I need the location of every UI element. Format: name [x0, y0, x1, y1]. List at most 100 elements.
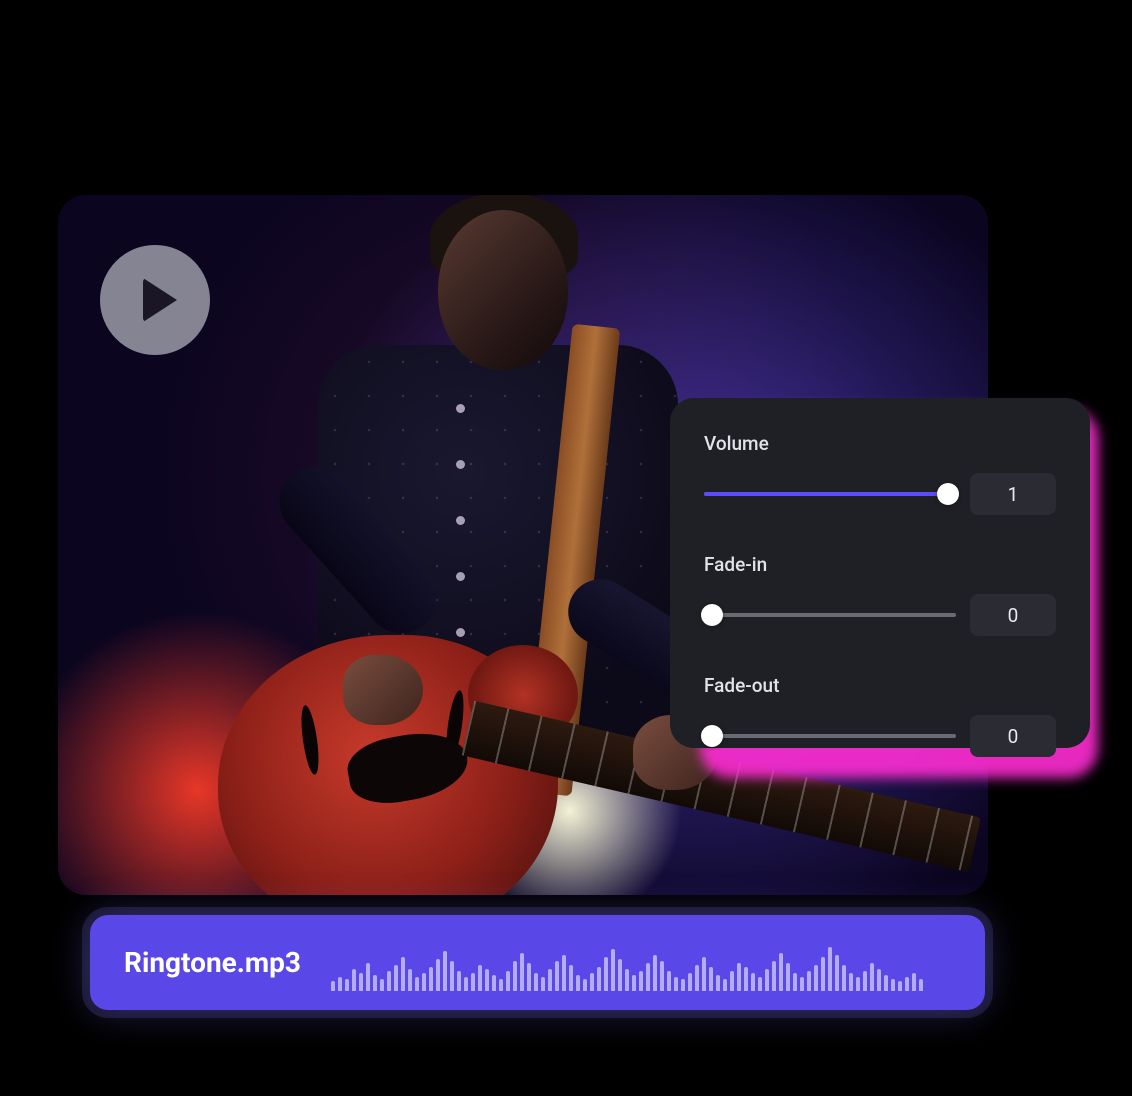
volume-control: Volume 1: [704, 432, 1056, 515]
audio-waveform: [331, 935, 951, 991]
waveform-bar: [779, 953, 783, 991]
waveform-bar: [408, 969, 412, 991]
audio-controls-panel: Volume 1 Fade-in 0 Fade-out 0: [670, 398, 1090, 748]
waveform-bar: [681, 979, 685, 991]
fade-out-value[interactable]: 0: [970, 715, 1056, 757]
volume-slider-fill: [704, 492, 948, 496]
waveform-bar: [506, 971, 510, 991]
volume-slider[interactable]: [704, 492, 956, 496]
waveform-bar: [793, 973, 797, 991]
waveform-bar: [576, 975, 580, 991]
waveform-bar: [877, 969, 881, 991]
waveform-bar: [674, 977, 678, 991]
waveform-bar: [478, 965, 482, 991]
waveform-bar: [730, 971, 734, 991]
waveform-bar: [835, 955, 839, 991]
waveform-bar: [751, 973, 755, 991]
waveform-bar: [891, 979, 895, 991]
volume-slider-thumb[interactable]: [937, 483, 959, 505]
waveform-bar: [639, 971, 643, 991]
play-button[interactable]: [100, 245, 210, 355]
waveform-bar: [856, 977, 860, 991]
waveform-bar: [653, 955, 657, 991]
waveform-bar: [352, 969, 356, 991]
waveform-bar: [884, 975, 888, 991]
waveform-bar: [534, 973, 538, 991]
waveform-bar: [758, 977, 762, 991]
waveform-bar: [625, 969, 629, 991]
waveform-bar: [842, 965, 846, 991]
fade-out-slider-thumb[interactable]: [701, 725, 723, 747]
waveform-bar: [604, 957, 608, 991]
waveform-bar: [849, 973, 853, 991]
waveform-bar: [359, 973, 363, 991]
waveform-bar: [338, 977, 342, 991]
waveform-bar: [702, 957, 706, 991]
waveform-bar: [863, 971, 867, 991]
waveform-bar: [744, 967, 748, 991]
waveform-bar: [548, 969, 552, 991]
waveform-bar: [366, 963, 370, 991]
fade-in-value[interactable]: 0: [970, 594, 1056, 636]
waveform-bar: [583, 979, 587, 991]
waveform-bar: [457, 971, 461, 991]
waveform-bar: [667, 971, 671, 991]
fade-in-label: Fade-in: [704, 553, 1056, 576]
fade-in-slider[interactable]: [704, 613, 956, 617]
waveform-bar: [345, 979, 349, 991]
waveform-bar: [828, 947, 832, 991]
audio-filename: Ringtone.mp3: [124, 946, 301, 979]
waveform-bar: [611, 949, 615, 991]
volume-label: Volume: [704, 432, 1056, 455]
waveform-bar: [898, 981, 902, 991]
waveform-bar: [800, 977, 804, 991]
waveform-bar: [618, 959, 622, 991]
waveform-bar: [716, 975, 720, 991]
waveform-bar: [527, 963, 531, 991]
waveform-bar: [660, 961, 664, 991]
waveform-bar: [814, 965, 818, 991]
waveform-bar: [807, 971, 811, 991]
play-icon: [143, 278, 177, 322]
fade-out-label: Fade-out: [704, 674, 1056, 697]
waveform-bar: [429, 967, 433, 991]
waveform-bar: [450, 961, 454, 991]
volume-value[interactable]: 1: [970, 473, 1056, 515]
waveform-bar: [520, 953, 524, 991]
waveform-bar: [436, 959, 440, 991]
waveform-bar: [541, 977, 545, 991]
waveform-bar: [513, 961, 517, 991]
waveform-bar: [499, 979, 503, 991]
fade-in-control: Fade-in 0: [704, 553, 1056, 636]
waveform-bar: [331, 981, 335, 991]
waveform-bar: [569, 965, 573, 991]
waveform-bar: [590, 973, 594, 991]
fade-in-slider-thumb[interactable]: [701, 604, 723, 626]
waveform-bar: [492, 975, 496, 991]
waveform-bar: [471, 973, 475, 991]
waveform-bar: [562, 955, 566, 991]
waveform-bar: [919, 979, 923, 991]
waveform-bar: [485, 969, 489, 991]
waveform-bar: [786, 963, 790, 991]
fade-out-slider[interactable]: [704, 734, 956, 738]
waveform-bar: [695, 965, 699, 991]
waveform-bar: [905, 977, 909, 991]
waveform-bar: [597, 967, 601, 991]
waveform-bar: [723, 979, 727, 991]
fade-out-control: Fade-out 0: [704, 674, 1056, 757]
waveform-bar: [443, 951, 447, 991]
waveform-bar: [632, 975, 636, 991]
waveform-bar: [870, 963, 874, 991]
waveform-bar: [821, 957, 825, 991]
waveform-bar: [555, 961, 559, 991]
waveform-bar: [387, 971, 391, 991]
waveform-bar: [422, 973, 426, 991]
waveform-bar: [464, 977, 468, 991]
waveform-bar: [646, 963, 650, 991]
audio-clip-chip[interactable]: Ringtone.mp3: [90, 915, 985, 1010]
waveform-bar: [772, 961, 776, 991]
waveform-bar: [765, 969, 769, 991]
waveform-bar: [380, 979, 384, 991]
waveform-bar: [401, 957, 405, 991]
